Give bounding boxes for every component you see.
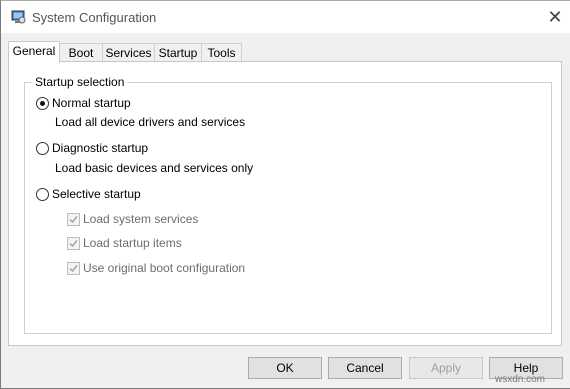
radio-label[interactable]: Normal startup [52, 96, 131, 110]
check-icon [67, 262, 80, 275]
check-icon [67, 213, 80, 226]
radio-button[interactable] [36, 97, 49, 110]
checkbox-label: Load system services [83, 212, 199, 226]
normal-startup-description: Load all device drivers and services [55, 115, 246, 129]
tab-services[interactable]: Services [102, 43, 155, 62]
general-tab-panel: Startup selection Normal startup Load al… [8, 61, 562, 346]
radio-label[interactable]: Selective startup [52, 187, 141, 201]
radio-button[interactable] [36, 142, 49, 155]
msconfig-icon [10, 9, 26, 25]
radio-selected-dot [40, 101, 45, 106]
checkbox-label: Load startup items [83, 236, 182, 250]
checkbox-label: Use original boot configuration [83, 261, 246, 275]
check-icon [67, 237, 80, 250]
apply-button[interactable]: Apply [409, 357, 483, 379]
tab-general[interactable]: General [8, 41, 60, 63]
tab-startup[interactable]: Startup [154, 43, 202, 62]
watermark-text: wsxdn.com [495, 374, 546, 385]
ok-button[interactable]: OK [248, 357, 322, 379]
title-bar[interactable]: System Configuration ✕ [1, 1, 570, 33]
diagnostic-startup-description: Load basic devices and services only [55, 161, 254, 175]
tab-boot[interactable]: Boot [59, 43, 103, 62]
window-title: System Configuration [32, 10, 157, 25]
cancel-button[interactable]: Cancel [328, 357, 402, 379]
radio-label[interactable]: Diagnostic startup [52, 141, 148, 155]
tab-tools[interactable]: Tools [201, 43, 242, 62]
radio-button[interactable] [36, 188, 49, 201]
close-icon[interactable]: ✕ [541, 3, 569, 31]
startup-selection-group: Startup selection Normal startup Load al… [24, 75, 552, 334]
group-legend: Startup selection [32, 75, 128, 89]
system-configuration-window: System Configuration ✕ General Boot Serv… [0, 0, 570, 389]
